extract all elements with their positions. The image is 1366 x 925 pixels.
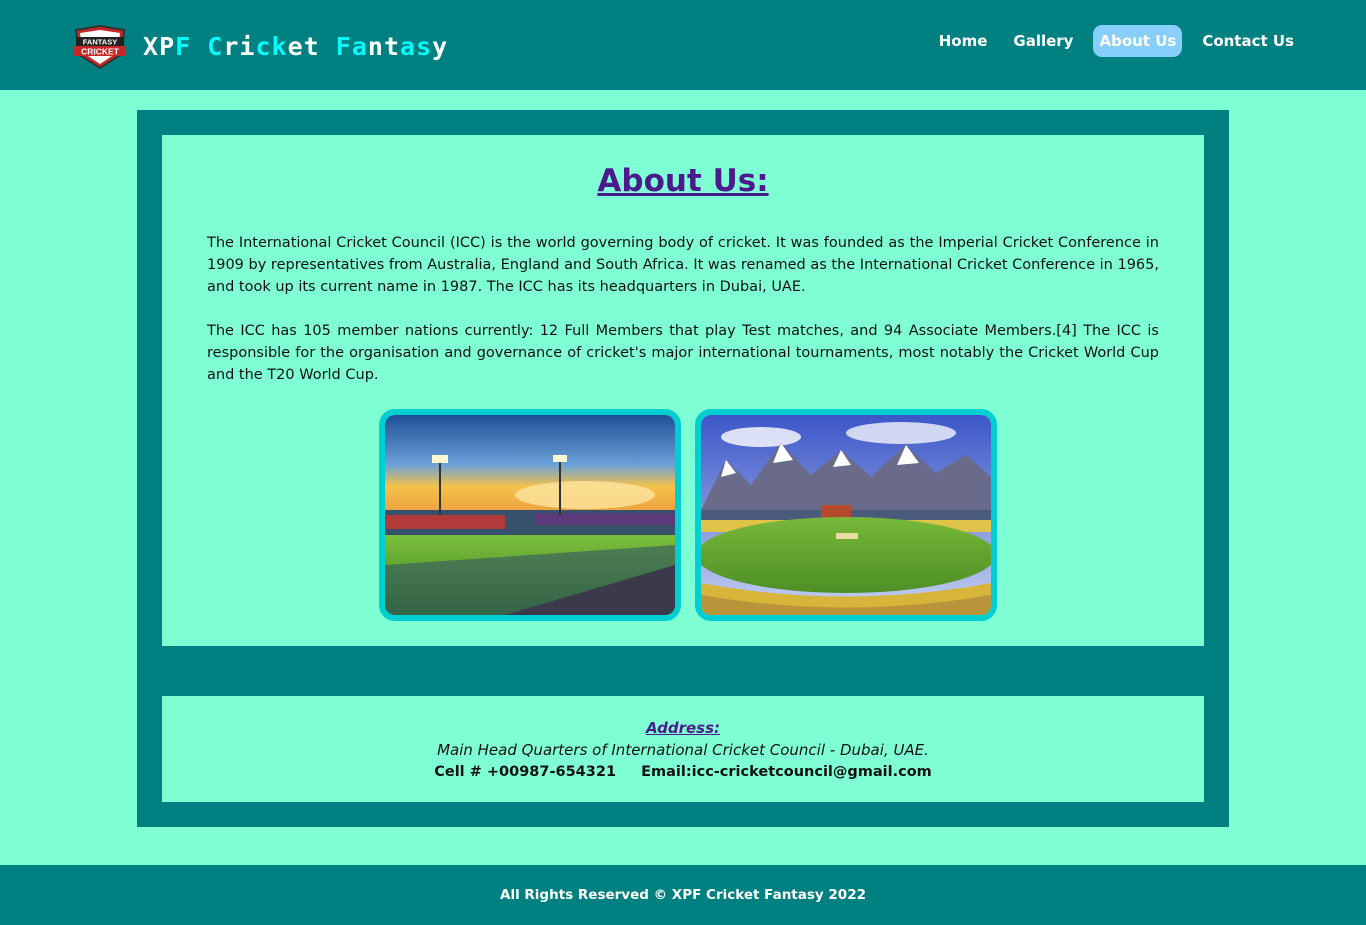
brand-letter: X — [143, 32, 160, 61]
nav-gallery[interactable]: Gallery — [1007, 25, 1079, 57]
page-title: About Us: — [597, 163, 769, 199]
brand-letter: t — [383, 32, 400, 61]
brand-letter: k — [271, 32, 288, 61]
about-paragraph-1: The International Cricket Council (ICC) … — [207, 235, 1159, 295]
brand-letter: a — [400, 32, 417, 61]
about-section: About Us: The International Cricket Coun… — [162, 135, 1204, 646]
brand-letter: y — [432, 32, 449, 61]
svg-text:FANTASY: FANTASY — [83, 38, 117, 47]
stadium-photo-mountains — [695, 409, 997, 621]
address-section: Address: Main Head Quarters of Internati… — [162, 696, 1204, 802]
brand-letter: i — [239, 32, 256, 61]
svg-text:CRICKET: CRICKET — [81, 47, 120, 57]
nav-about-us[interactable]: About Us — [1093, 25, 1183, 57]
address-text: Main Head Quarters of International Cric… — [437, 741, 929, 759]
stadium-photo-floodlights — [379, 409, 681, 621]
brand-letter: e — [287, 32, 304, 61]
main-nav: Home Gallery About Us Contact Us — [933, 25, 1300, 57]
brand-title[interactable]: XPF Cricket Fantasy — [143, 31, 448, 63]
nav-home[interactable]: Home — [933, 25, 994, 57]
brand-letter — [320, 32, 336, 61]
brand-letter: a — [351, 32, 368, 61]
brand-letter: C — [207, 32, 224, 61]
address-label: Address: — [645, 719, 721, 737]
brand-letter: n — [367, 32, 384, 61]
fantasy-cricket-logo[interactable]: FANTASY CRICKET — [72, 24, 128, 70]
brand-letter: F — [335, 32, 352, 61]
brand-letter: P — [159, 32, 176, 61]
site-header: FANTASY CRICKET XPF Cricket Fantasy Home… — [0, 0, 1366, 90]
contact-line: Cell # +00987-654321 Email:icc-cricketco… — [162, 762, 1204, 782]
about-paragraph-2: The ICC has 105 member nations currently… — [207, 323, 1159, 383]
nav-contact-us[interactable]: Contact Us — [1196, 25, 1300, 57]
brand-letter: t — [303, 32, 320, 61]
site-footer: All Rights Reserved © XPF Cricket Fantas… — [0, 865, 1366, 925]
brand-letter: c — [255, 32, 272, 61]
content-frame: About Us: The International Cricket Coun… — [137, 110, 1229, 827]
brand-letter: F — [175, 32, 192, 61]
copyright-text: All Rights Reserved © XPF Cricket Fantas… — [500, 887, 866, 903]
brand-letter: s — [416, 32, 433, 61]
email-address[interactable]: Email:icc-cricketcouncil@gmail.com — [641, 764, 932, 780]
cell-number: Cell # +00987-654321 — [434, 764, 617, 780]
brand-letter: r — [223, 32, 240, 61]
brand-letter — [191, 32, 207, 61]
